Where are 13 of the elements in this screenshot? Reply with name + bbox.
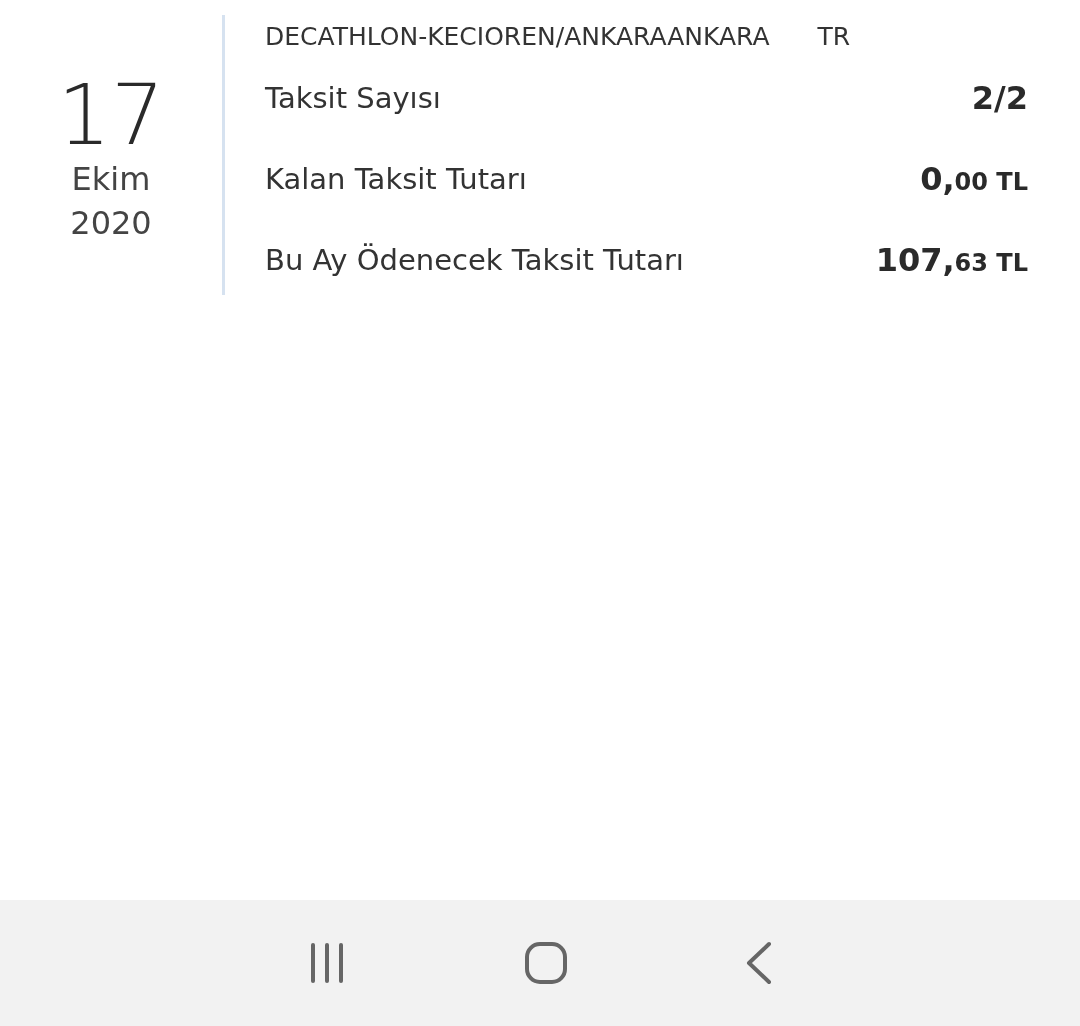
- merchant-country: TR: [817, 21, 851, 51]
- row-label: Bu Ay Ödenecek Taksit Tutarı: [265, 242, 684, 277]
- amount-value: 0,00 TL: [920, 159, 1028, 198]
- merchant-name: DECATHLON-KECIOREN/ANKARAANKARA: [265, 21, 770, 51]
- date-year: 2020: [70, 203, 152, 244]
- date-month: Ekim: [71, 159, 151, 200]
- date-day: 17: [57, 73, 165, 157]
- installment-count: 2/2: [971, 78, 1028, 117]
- row-label: Taksit Sayısı: [265, 80, 441, 115]
- row-label: Kalan Taksit Tutarı: [265, 161, 527, 196]
- back-icon[interactable]: [745, 941, 774, 985]
- home-icon[interactable]: [524, 941, 568, 985]
- amount-value: 107,63 TL: [875, 240, 1028, 279]
